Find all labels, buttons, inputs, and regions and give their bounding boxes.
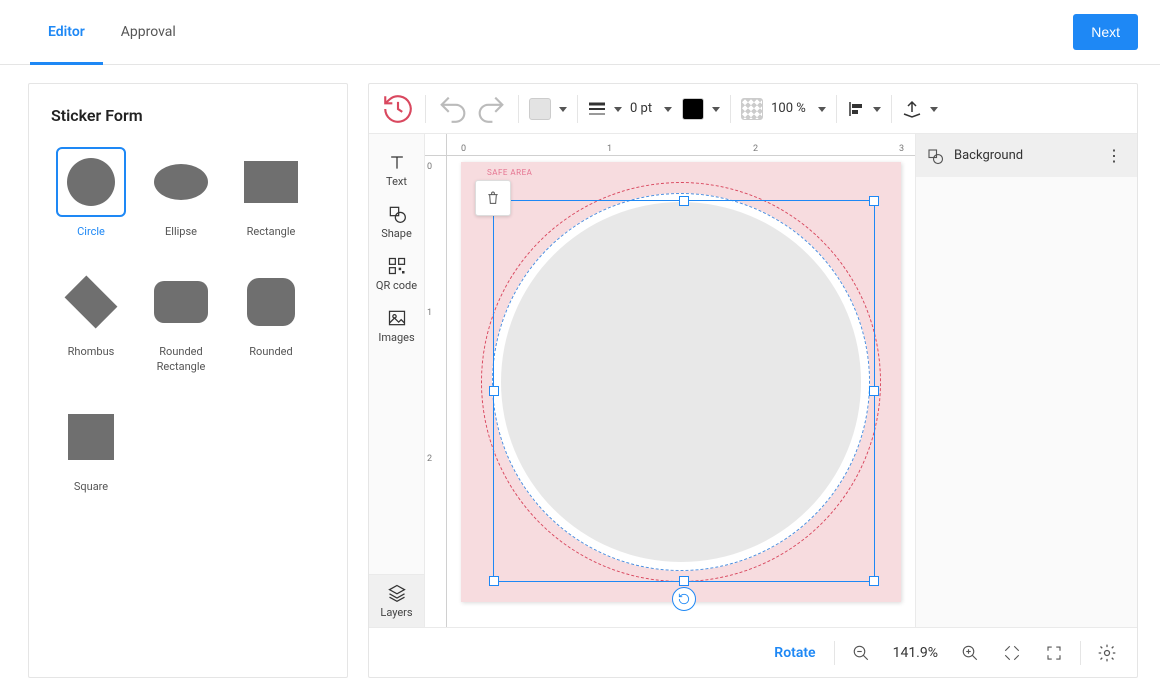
tool-layers[interactable]: Layers <box>369 574 424 627</box>
history-icon[interactable] <box>381 92 415 126</box>
shape-option-circle[interactable]: Circle <box>51 147 131 239</box>
shape-option-rhombus[interactable]: Rhombus <box>51 267 131 374</box>
align-icon <box>847 100 865 118</box>
shape-label: Rhombus <box>68 345 115 359</box>
delete-button[interactable] <box>475 180 511 216</box>
stroke-style-picker[interactable] <box>588 101 622 116</box>
zoom-out-icon <box>852 644 870 662</box>
shape-label: Square <box>74 480 108 494</box>
header-tabs: Editor Approval <box>0 0 194 64</box>
fit-screen-button[interactable] <box>996 637 1028 669</box>
ruler-horizontal: 0 1 2 3 <box>447 134 915 156</box>
tab-editor[interactable]: Editor <box>30 0 103 64</box>
chevron-down-icon <box>708 101 720 116</box>
layers-panel: Background ⋮ <box>915 134 1137 627</box>
chevron-down-icon <box>610 101 622 116</box>
text-icon <box>387 152 407 172</box>
layer-label: Background <box>954 148 1023 163</box>
panel-title: Sticker Form <box>51 106 325 125</box>
canvas-area[interactable]: 0 1 2 3 0 1 2 SAFE AREA <box>425 134 915 627</box>
editor-panel: 0 pt 100 % <box>368 83 1138 678</box>
fullscreen-button[interactable] <box>1038 637 1070 669</box>
zoom-level[interactable]: 141.9% <box>887 645 944 661</box>
stroke-lines-icon <box>588 102 606 116</box>
tab-approval[interactable]: Approval <box>103 0 194 64</box>
resize-handle[interactable] <box>869 386 879 396</box>
tool-shape[interactable]: Shape <box>369 196 424 248</box>
stroke-width-value[interactable]: 0 pt <box>626 101 656 116</box>
stroke-color-picker[interactable] <box>682 98 720 120</box>
rotate-icon <box>677 592 691 606</box>
more-icon[interactable]: ⋮ <box>1102 146 1127 165</box>
stroke-swatch-icon <box>682 98 704 120</box>
zoom-out-button[interactable] <box>845 637 877 669</box>
shape-icon <box>387 204 407 224</box>
fill-color-picker[interactable] <box>529 98 567 120</box>
resize-handle[interactable] <box>679 196 689 206</box>
tool-qrcode[interactable]: QR code <box>369 248 424 300</box>
ruler-corner <box>425 134 447 156</box>
image-icon <box>387 308 407 328</box>
gear-icon <box>1097 643 1117 663</box>
chevron-down-icon <box>869 101 881 116</box>
arrange-icon <box>902 100 922 118</box>
next-button[interactable]: Next <box>1073 14 1138 50</box>
safe-area-label: SAFE AREA <box>487 168 532 177</box>
bottombar: Rotate 141.9% <box>369 627 1137 677</box>
trash-icon <box>485 189 501 207</box>
topbar: Editor Approval Next <box>0 0 1160 65</box>
zoom-in-icon <box>961 644 979 662</box>
shape-label: Circle <box>77 225 105 239</box>
arrange-picker[interactable] <box>902 100 938 118</box>
resize-handle[interactable] <box>869 196 879 206</box>
redo-icon[interactable] <box>474 92 508 126</box>
chevron-down-icon <box>926 101 938 116</box>
fill-swatch-icon <box>529 98 551 120</box>
fullscreen-icon <box>1045 644 1063 662</box>
zoom-in-button[interactable] <box>954 637 986 669</box>
fit-icon <box>1003 644 1021 662</box>
shape-option-square[interactable]: Square <box>51 402 131 494</box>
settings-button[interactable] <box>1091 637 1123 669</box>
tool-sidebar: Text Shape QR code Images <box>369 134 425 627</box>
resize-handle[interactable] <box>679 576 689 586</box>
artboard[interactable]: SAFE AREA <box>461 162 901 602</box>
ruler-vertical: 0 1 2 <box>425 156 447 627</box>
resize-handle[interactable] <box>869 576 879 586</box>
rotate-handle[interactable] <box>672 587 696 611</box>
qrcode-icon <box>387 256 407 276</box>
chevron-down-icon <box>814 101 826 116</box>
opacity-picker[interactable]: 100 % <box>741 98 826 120</box>
opacity-value: 100 % <box>767 101 810 116</box>
opacity-icon <box>741 98 763 120</box>
shape-label: Rectangle <box>247 225 296 239</box>
shape-option-rounded-rectangle[interactable]: Rounded Rectangle <box>141 267 221 374</box>
shape-label: Rounded Rectangle <box>141 345 221 374</box>
undo-icon[interactable] <box>436 92 470 126</box>
chevron-down-icon <box>555 101 567 116</box>
shape-option-ellipse[interactable]: Ellipse <box>141 147 221 239</box>
shape-label: Rounded <box>249 345 292 359</box>
layers-icon <box>387 583 407 603</box>
tool-text[interactable]: Text <box>369 144 424 196</box>
selection-box[interactable] <box>493 200 875 582</box>
rotate-button[interactable]: Rotate <box>766 645 823 661</box>
layer-icon <box>926 147 944 165</box>
layer-background[interactable]: Background ⋮ <box>916 134 1137 177</box>
shape-option-rounded[interactable]: Rounded <box>231 267 311 374</box>
sticker-form-panel: Sticker Form Circle Ellipse Rectangle Rh… <box>28 83 348 678</box>
toolbar: 0 pt 100 % <box>369 84 1137 134</box>
shape-label: Ellipse <box>165 225 197 239</box>
resize-handle[interactable] <box>489 386 499 396</box>
shape-option-rectangle[interactable]: Rectangle <box>231 147 311 239</box>
resize-handle[interactable] <box>489 576 499 586</box>
align-picker[interactable] <box>847 100 881 118</box>
tool-images[interactable]: Images <box>369 300 424 352</box>
chevron-down-icon[interactable] <box>660 101 672 116</box>
